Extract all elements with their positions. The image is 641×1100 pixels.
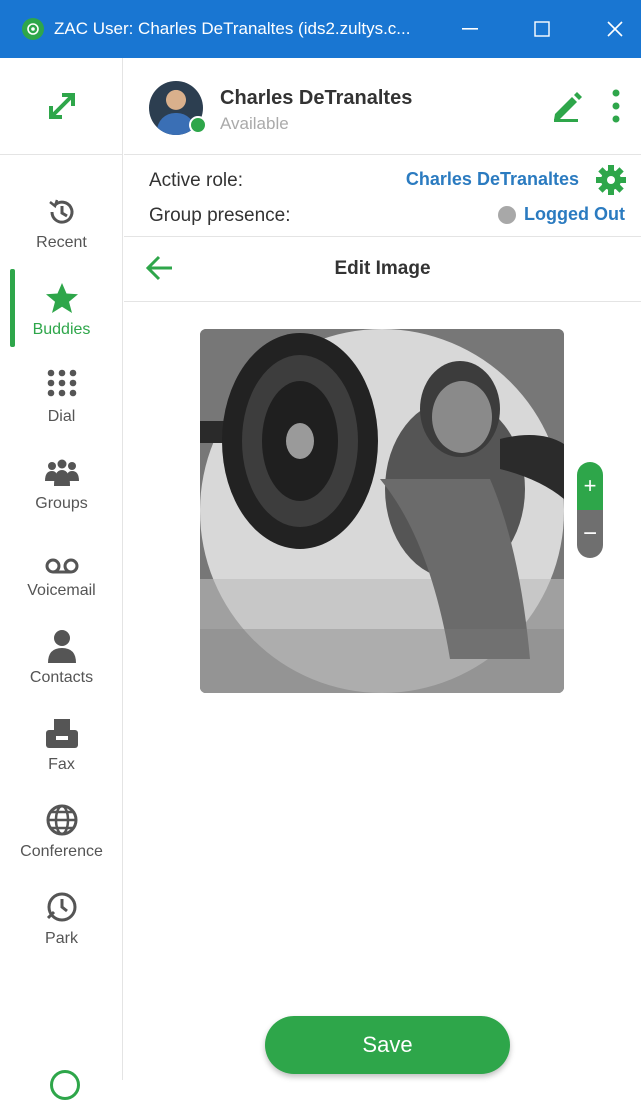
page-title: Edit Image (334, 258, 431, 279)
sidebar-item-contacts[interactable]: Contacts (0, 625, 123, 705)
pencil-icon (554, 92, 582, 122)
sidebar-item-label: Recent (36, 234, 87, 251)
window-title: ZAC User: Charles DeTranaltes (ids2.zult… (54, 19, 411, 38)
sidebar-item-label: Conference (20, 843, 103, 860)
user-status[interactable]: Available (220, 114, 289, 134)
globe-icon (46, 804, 77, 836)
sidebar-item-recent[interactable]: Recent (0, 190, 123, 270)
sidebar-item-voicemail[interactable]: Voicemail (0, 538, 123, 618)
presence-available-dot (189, 116, 207, 134)
active-role-label: Active role: (149, 170, 243, 191)
more-options-button[interactable] (609, 88, 623, 129)
save-button[interactable]: Save (265, 1016, 510, 1074)
maximize-button[interactable] (512, 0, 572, 58)
voicemail-icon (45, 558, 78, 574)
role-settings-button[interactable] (595, 164, 627, 201)
group-presence-link[interactable]: Logged Out (498, 204, 625, 225)
sidebar-item-label: Groups (35, 495, 88, 512)
edit-profile-button[interactable] (550, 88, 584, 127)
zoom-out-button[interactable]: − (577, 510, 603, 558)
zoom-in-button[interactable]: + (577, 462, 603, 510)
groups-icon (44, 459, 79, 486)
sidebar: Recent Buddies Dial Groups Voicemail Con… (0, 58, 123, 1100)
sidebar-item-label: Dial (47, 408, 76, 425)
arrow-left-icon (145, 255, 172, 281)
dialpad-icon (47, 369, 76, 397)
presence-offline-dot (498, 205, 517, 224)
zac-app-icon (22, 18, 44, 40)
minimize-button[interactable] (440, 0, 500, 58)
expand-icon (48, 93, 75, 119)
image-crop-canvas[interactable] (200, 329, 564, 693)
back-button[interactable] (145, 255, 174, 286)
sidebar-item-park[interactable]: Park (0, 886, 123, 966)
park-icon (46, 892, 76, 922)
star-icon (45, 283, 78, 313)
fax-icon (45, 719, 78, 748)
user-header: Charles DeTranaltes Available (124, 58, 641, 155)
user-name: Charles DeTranaltes (220, 87, 413, 109)
zoom-controls: + − (577, 462, 603, 558)
profile-photo-preview (200, 329, 564, 693)
sidebar-item-buddies[interactable]: Buddies (0, 277, 123, 357)
sidebar-item-dial[interactable]: Dial (0, 364, 123, 444)
group-presence-label: Group presence: (149, 205, 291, 226)
sidebar-item-conference[interactable]: Conference (0, 799, 123, 879)
contact-icon (47, 630, 76, 663)
sidebar-item-label: Buddies (32, 321, 91, 338)
expand-button[interactable] (0, 58, 123, 155)
sidebar-item-fax[interactable]: Fax (0, 712, 123, 792)
sidebar-item-label: Voicemail (27, 582, 96, 599)
partial-bottom-icon[interactable] (50, 1070, 80, 1100)
active-role-link[interactable]: Charles DeTranaltes (406, 169, 579, 190)
sidebar-item-groups[interactable]: Groups (0, 451, 123, 531)
sidebar-item-label: Fax (48, 756, 75, 773)
close-button[interactable] (585, 0, 641, 58)
title-bar: ZAC User: Charles DeTranaltes (ids2.zult… (0, 0, 641, 58)
role-panel: Active role: Charles DeTranaltes Group p… (124, 155, 641, 237)
sidebar-item-label: Contacts (29, 669, 94, 686)
history-icon (48, 199, 73, 224)
edit-image-header: Edit Image (124, 237, 641, 302)
group-presence-value: Logged Out (524, 204, 625, 224)
kebab-icon (612, 89, 620, 123)
gear-icon (596, 165, 626, 195)
sidebar-item-label: Park (45, 930, 78, 947)
